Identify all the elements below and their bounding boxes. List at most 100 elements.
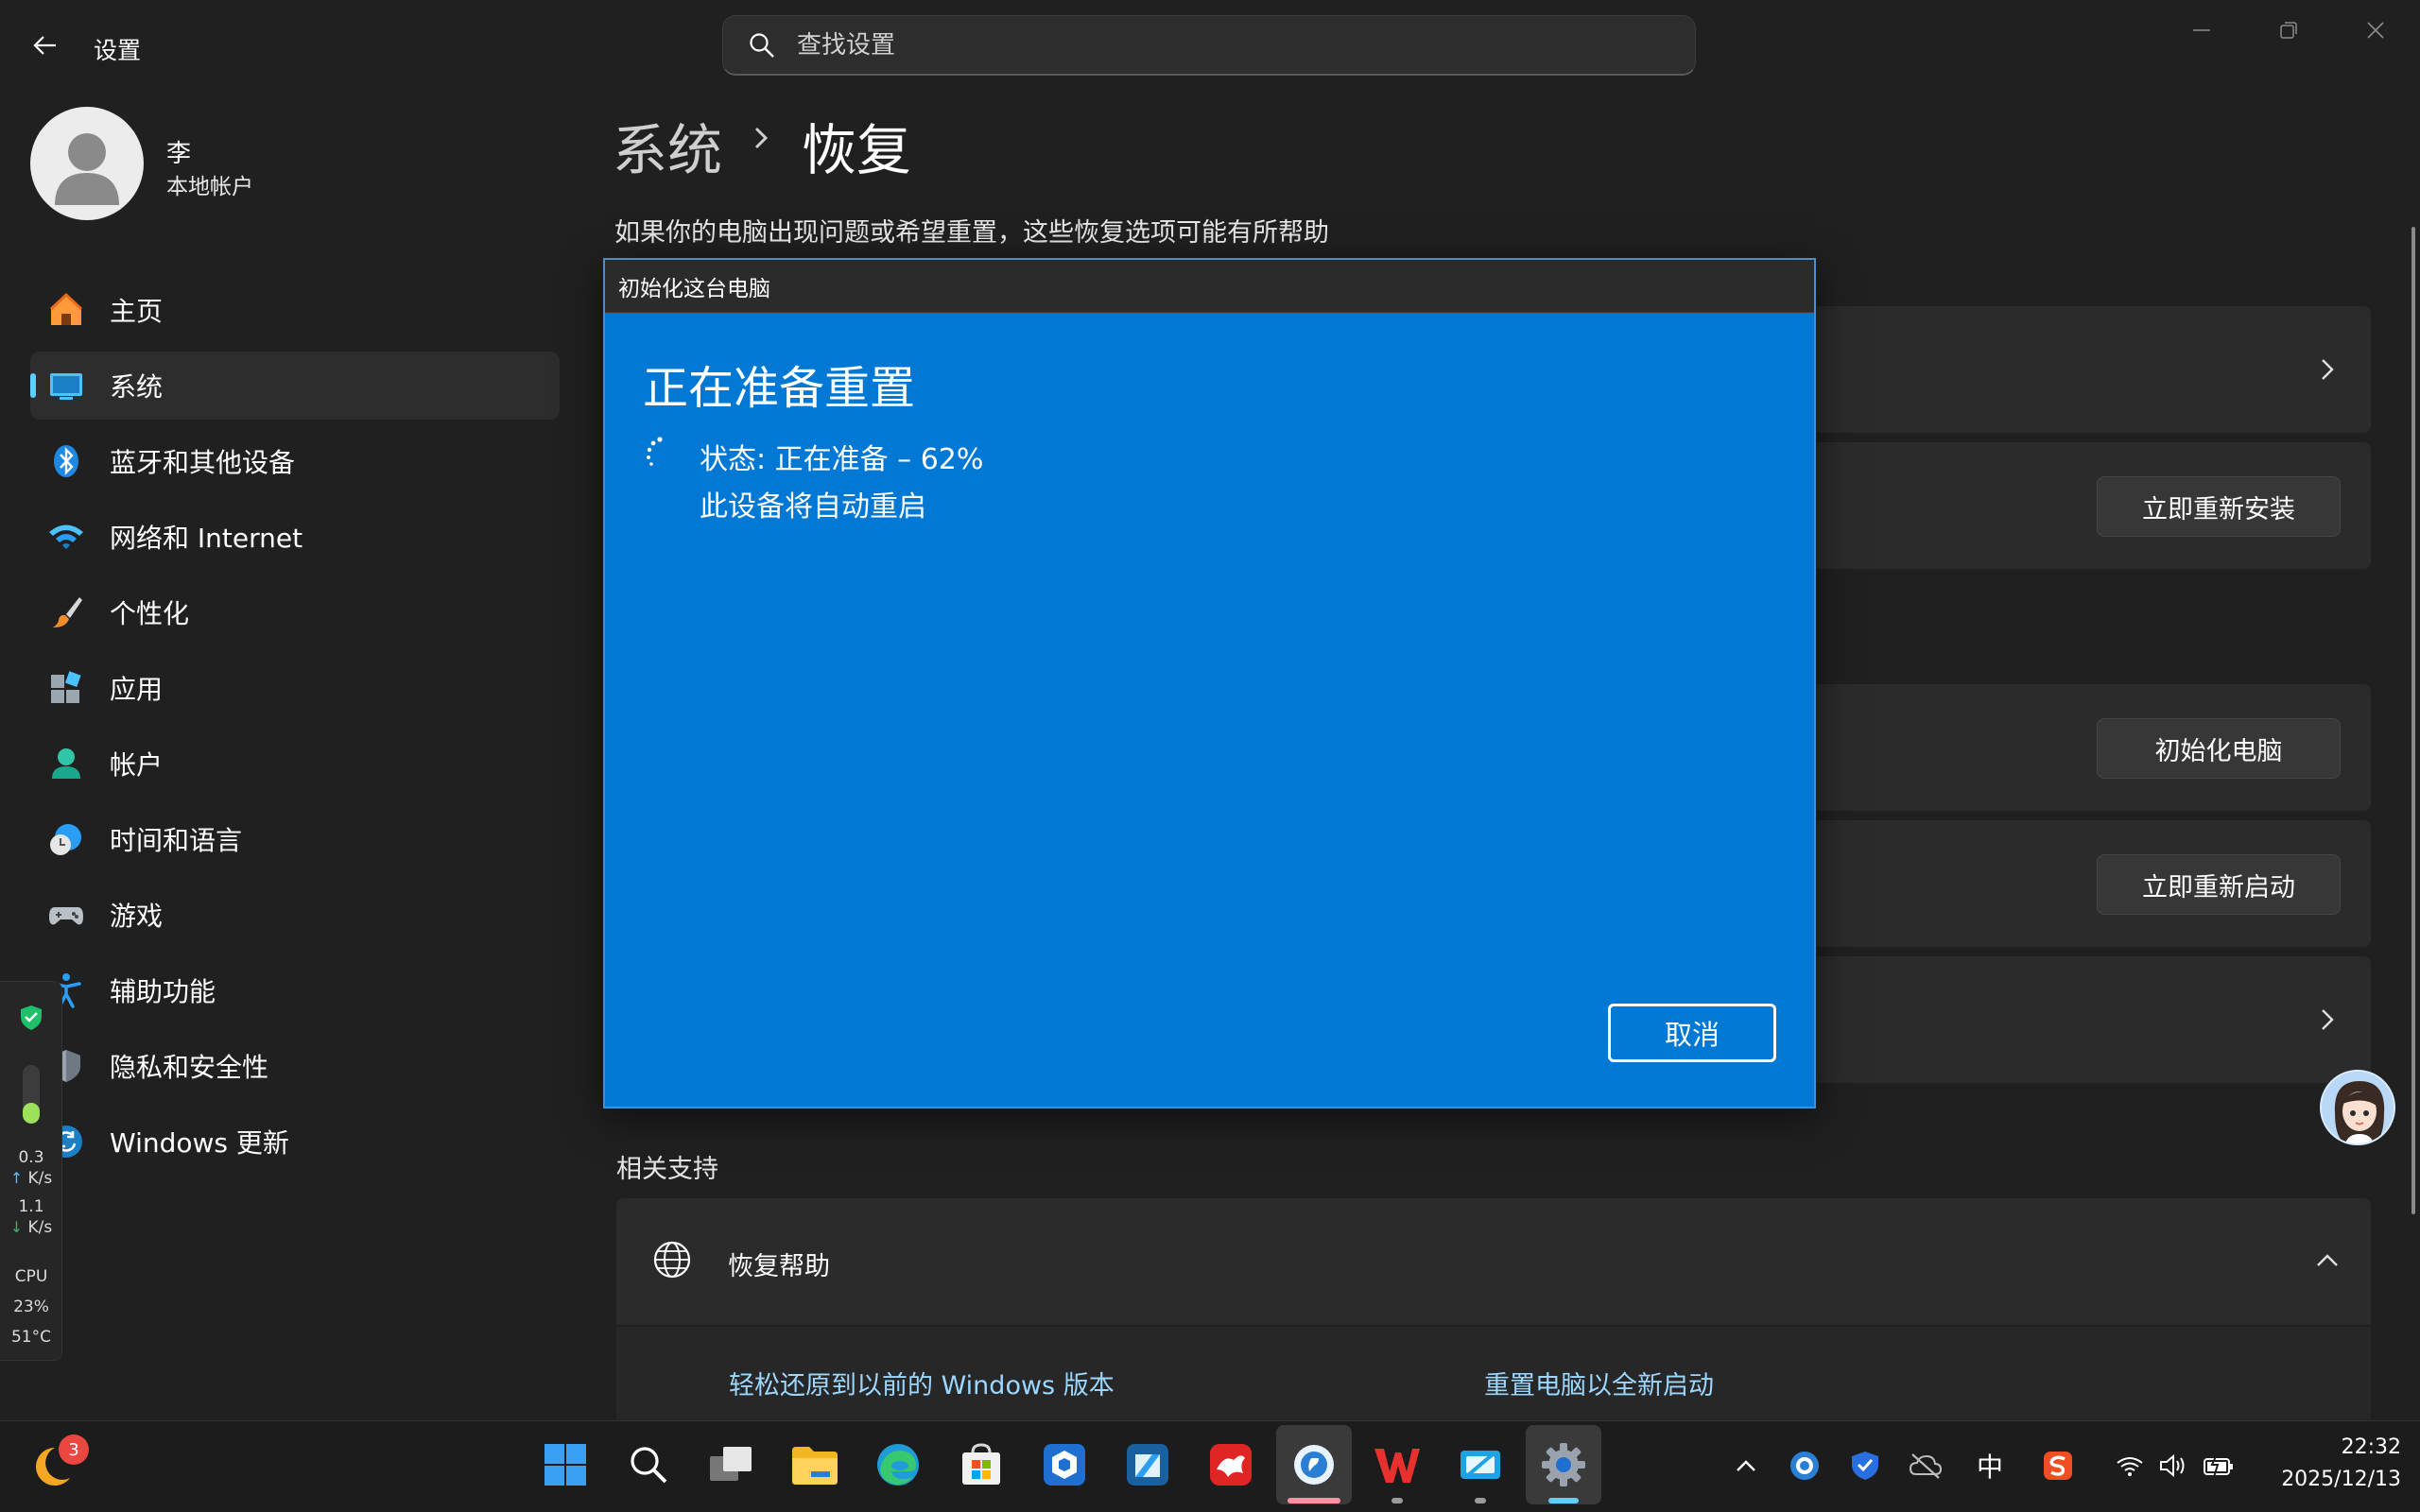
search-input[interactable]	[797, 30, 1648, 60]
clock-date[interactable]: 2025/12/13	[2250, 1468, 2401, 1491]
taskbar-wps-office[interactable]	[1359, 1425, 1435, 1504]
taskbar-search-button[interactable]	[611, 1425, 686, 1504]
taskbar-weather-widget[interactable]	[21, 1425, 96, 1504]
sidebar-item-label: 系统	[110, 371, 164, 403]
taskbar-file-explorer[interactable]	[777, 1425, 853, 1504]
assistant-avatar[interactable]	[2320, 1070, 2395, 1145]
account-type: 本地帐户	[166, 175, 253, 199]
upload-speed-value: 0.3	[18, 1148, 44, 1167]
tray-security-app[interactable]	[1841, 1442, 1889, 1489]
tray-wifi[interactable]	[2106, 1442, 2153, 1489]
loading-spinner-icon	[647, 437, 663, 466]
system-display-icon	[45, 365, 87, 406]
globe-icon	[653, 1241, 691, 1279]
breadcrumb-parent[interactable]: 系统	[613, 106, 722, 185]
avatar[interactable]	[30, 107, 144, 220]
assistant-girl-icon	[2334, 1081, 2385, 1143]
download-speed-value: 1.1	[18, 1197, 44, 1216]
restart-now-button[interactable]: 立即重新启动	[2097, 854, 2341, 915]
active-app-indicator	[1548, 1498, 1579, 1503]
app-title: 设置	[94, 37, 142, 64]
taskbar-microsoft-store[interactable]	[943, 1425, 1019, 1504]
reset-status-text: 状态: 正在准备 – 62%	[700, 443, 984, 476]
reset-pc-button[interactable]: 初始化电脑	[2097, 718, 2341, 779]
sidebar-item-bluetooth[interactable]: 蓝牙和其他设备	[30, 427, 560, 495]
user-name: 李	[166, 140, 192, 168]
sidebar-item-system[interactable]: 系统	[30, 352, 560, 420]
tray-onedrive[interactable]	[1902, 1442, 1949, 1489]
sidebar-item-accessibility[interactable]: 辅助功能	[30, 956, 560, 1024]
taskbar-edge-browser[interactable]	[860, 1425, 936, 1504]
clock-time[interactable]: 22:32	[2288, 1435, 2401, 1459]
tray-app-browser[interactable]	[1781, 1442, 1828, 1489]
search-icon	[631, 1447, 667, 1484]
dialog-titlebar: 初始化这台电脑	[605, 260, 1814, 313]
reset-pc-dialog: 初始化这台电脑 正在准备重置 状态: 正在准备 – 62% 此设备将自动重启 取…	[603, 258, 1816, 1108]
sidebar-item-apps[interactable]: 应用	[30, 654, 560, 722]
wps-icon	[1374, 1449, 1420, 1483]
help-link-restore-previous[interactable]: 轻松还原到以前的 Windows 版本	[729, 1365, 1115, 1401]
apps-icon	[45, 667, 87, 709]
speaker-icon	[2160, 1453, 2185, 1478]
tray-overflow-button[interactable]	[1722, 1442, 1770, 1489]
sidebar-item-label: 游戏	[110, 901, 164, 932]
search-box[interactable]	[722, 15, 1696, 76]
taskbar-start-button[interactable]	[527, 1425, 603, 1504]
notification-badge: 3	[59, 1435, 89, 1465]
blue-circle-app-icon	[1294, 1445, 1334, 1485]
gear-icon	[1542, 1443, 1585, 1486]
recovery-help-expander[interactable]: 恢复帮助	[616, 1198, 2371, 1325]
tray-sogou-ime[interactable]	[2034, 1442, 2082, 1489]
sidebar-item-accounts[interactable]: 帐户	[30, 730, 560, 798]
sidebar-item-label: 辅助功能	[110, 976, 216, 1007]
taskbar-task-view-button[interactable]	[694, 1425, 769, 1504]
red-app-icon	[1210, 1444, 1252, 1486]
sidebar-item-time-language[interactable]: 时间和语言	[30, 805, 560, 873]
sidebar-item-label: 个性化	[110, 598, 190, 629]
minimize-icon	[2193, 29, 2210, 31]
memory-gauge	[23, 1065, 40, 1124]
sidebar-item-home[interactable]: 主页	[30, 276, 560, 344]
ime-language-indicator[interactable]: 中	[1966, 1442, 2014, 1489]
cube-app-icon	[1044, 1444, 1085, 1486]
taskbar-app-sandbox[interactable]	[1110, 1425, 1185, 1504]
sogou-icon	[2044, 1452, 2072, 1480]
sidebar-item-label: 帐户	[110, 749, 164, 781]
blue-circle-tray-icon	[1790, 1452, 1819, 1480]
running-app-indicator	[1475, 1498, 1486, 1503]
taskbar-app-cube[interactable]	[1027, 1425, 1102, 1504]
system-monitor-widget[interactable]: 0.3 ↑ K/s 1.1 ↓ K/s CPU 23% 51°C	[0, 981, 62, 1361]
minimize-button[interactable]	[2169, 9, 2235, 51]
back-button[interactable]	[19, 21, 72, 70]
taskbar-app-red-dragon[interactable]	[1193, 1425, 1269, 1504]
download-unit: K/s	[27, 1218, 53, 1237]
taskbar-app-window[interactable]	[1443, 1425, 1518, 1504]
active-app-indicator	[1288, 1498, 1340, 1503]
sidebar-item-personalization[interactable]: 个性化	[30, 578, 560, 646]
edge-browser-icon	[877, 1444, 919, 1486]
window-app-icon	[1461, 1451, 1500, 1479]
shield-check-icon	[1852, 1452, 1878, 1480]
taskbar-settings[interactable]	[1526, 1425, 1601, 1504]
tray-battery[interactable]	[2195, 1442, 2242, 1489]
sidebar-item-windows-update[interactable]: Windows 更新	[30, 1108, 560, 1176]
restore-button[interactable]	[2256, 9, 2322, 51]
chevron-right-icon	[2322, 1009, 2334, 1030]
recovery-help-title: 恢复帮助	[728, 1252, 830, 1281]
taskbar-app-browser-active[interactable]	[1276, 1425, 1352, 1504]
cpu-usage: 23%	[13, 1297, 49, 1316]
page-description: 如果你的电脑出现问题或希望重置，这些恢复选项可能有所帮助	[614, 218, 1329, 248]
close-button[interactable]	[2342, 9, 2409, 51]
help-link-reset-pc[interactable]: 重置电脑以全新启动	[1484, 1365, 1714, 1401]
sidebar-item-privacy[interactable]: 隐私和安全性	[30, 1032, 560, 1100]
sidebar-item-gaming[interactable]: 游戏	[30, 881, 560, 949]
scrollbar[interactable]	[2411, 227, 2415, 1214]
reinstall-now-button[interactable]: 立即重新安装	[2097, 476, 2341, 537]
user-silhouette-icon	[55, 133, 119, 205]
cancel-button[interactable]: 取消	[1608, 1004, 1776, 1062]
sidebar-item-network[interactable]: 网络和 Internet	[30, 503, 560, 571]
cloud-off-icon	[1909, 1453, 1943, 1479]
cpu-label: CPU	[14, 1267, 48, 1286]
close-icon	[2367, 22, 2384, 39]
tray-volume[interactable]	[2150, 1442, 2197, 1489]
